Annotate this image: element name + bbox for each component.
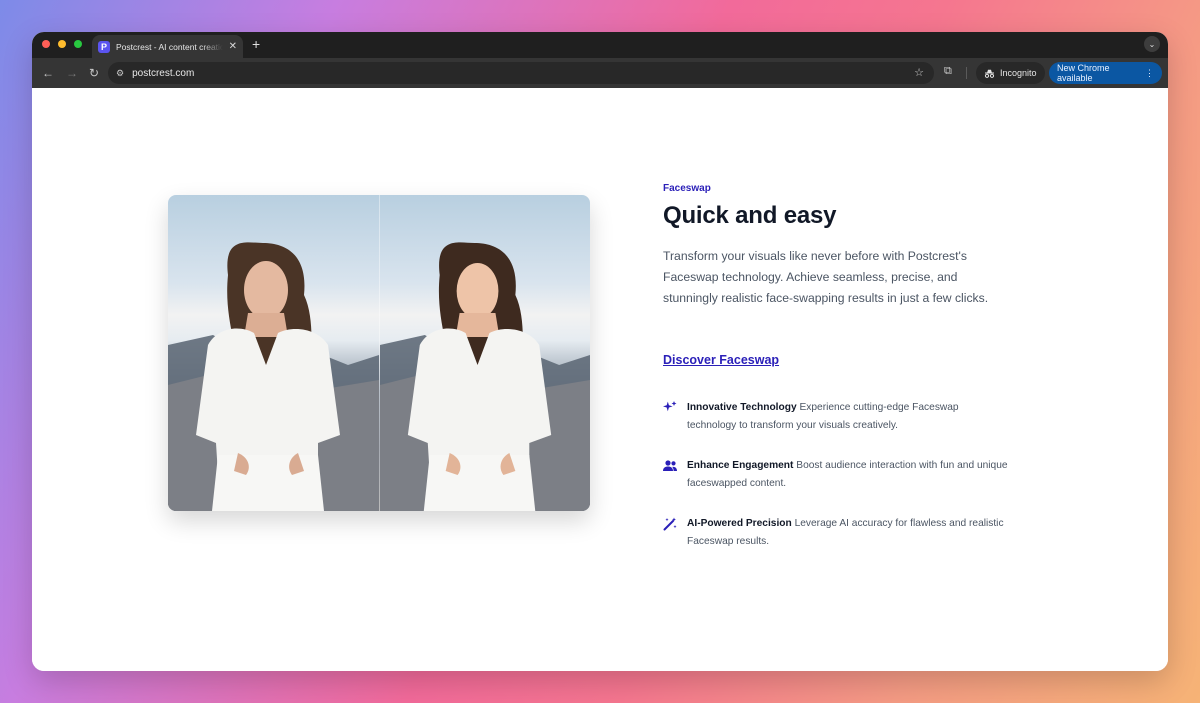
tab-strip: P Postcrest - AI content creation ✕ + ⌄ — [32, 32, 1168, 58]
forward-arrow-icon[interactable]: → — [66, 65, 78, 81]
users-icon — [663, 460, 677, 471]
tab-title: Postcrest - AI content creation — [116, 41, 223, 52]
back-arrow-icon[interactable]: ← — [42, 65, 54, 81]
reload-icon[interactable]: ↻ — [89, 65, 99, 81]
browser-window: P Postcrest - AI content creation ✕ + ⌄ … — [32, 32, 1168, 671]
original-photo — [168, 195, 379, 511]
section-eyebrow: Faceswap — [663, 183, 711, 194]
page-content: Faceswap Quick and easy Transform your v… — [32, 88, 1168, 671]
faceswap-comparison-image — [168, 195, 590, 511]
discover-faceswap-link[interactable]: Discover Faceswap — [663, 353, 779, 367]
kebab-menu-icon[interactable]: ⋮ — [1145, 68, 1154, 79]
window-controls — [42, 40, 82, 48]
tab-postcrest[interactable]: P Postcrest - AI content creation ✕ — [92, 35, 243, 58]
woman-portrait-swapped-illustration — [380, 242, 590, 511]
woman-portrait-illustration — [168, 242, 379, 511]
url-text: postcrest.com — [132, 67, 195, 79]
section-description: Transform your visuals like never before… — [663, 249, 989, 305]
postcrest-favicon-icon: P — [98, 40, 110, 53]
site-info-icon[interactable]: ⚙ — [116, 68, 124, 79]
address-bar[interactable]: ⚙ postcrest.com ☆ — [108, 62, 934, 84]
new-chrome-available-button[interactable]: New Chrome available ⋮ — [1049, 62, 1162, 84]
faceswapped-photo — [379, 195, 590, 511]
close-tab-icon[interactable]: ✕ — [229, 41, 237, 52]
feature-ai-powered-precision: AI-Powered Precision Leverage AI accurac… — [663, 515, 1008, 551]
sparkles-icon — [663, 401, 677, 412]
feature-innovative-technology: Innovative Technology Experience cutting… — [663, 399, 1008, 435]
minimize-window-button[interactable] — [58, 40, 66, 48]
tab-search-chevron-icon[interactable]: ⌄ — [1144, 36, 1160, 52]
incognito-label: Incognito — [1000, 68, 1037, 78]
extensions-puzzle-icon[interactable]: ⧉ — [944, 65, 952, 78]
feature-title: AI-Powered Precision — [687, 518, 792, 529]
incognito-icon — [984, 69, 995, 78]
feature-title: Enhance Engagement — [687, 460, 794, 471]
bookmark-star-icon[interactable]: ☆ — [914, 66, 924, 79]
incognito-indicator[interactable]: Incognito — [976, 62, 1045, 84]
toolbar-divider — [966, 67, 967, 79]
feature-enhance-engagement: Enhance Engagement Boost audience intera… — [663, 457, 1008, 493]
browser-toolbar: ← → ↻ ⚙ postcrest.com ☆ ⧉ Incognito New … — [32, 58, 1168, 88]
feature-title: Innovative Technology — [687, 402, 797, 413]
update-label: New Chrome available — [1057, 63, 1110, 83]
new-tab-icon[interactable]: + — [252, 37, 260, 51]
magic-wand-icon — [663, 517, 677, 531]
section-heading: Quick and easy — [663, 202, 837, 229]
maximize-window-button[interactable] — [74, 40, 82, 48]
close-window-button[interactable] — [42, 40, 50, 48]
